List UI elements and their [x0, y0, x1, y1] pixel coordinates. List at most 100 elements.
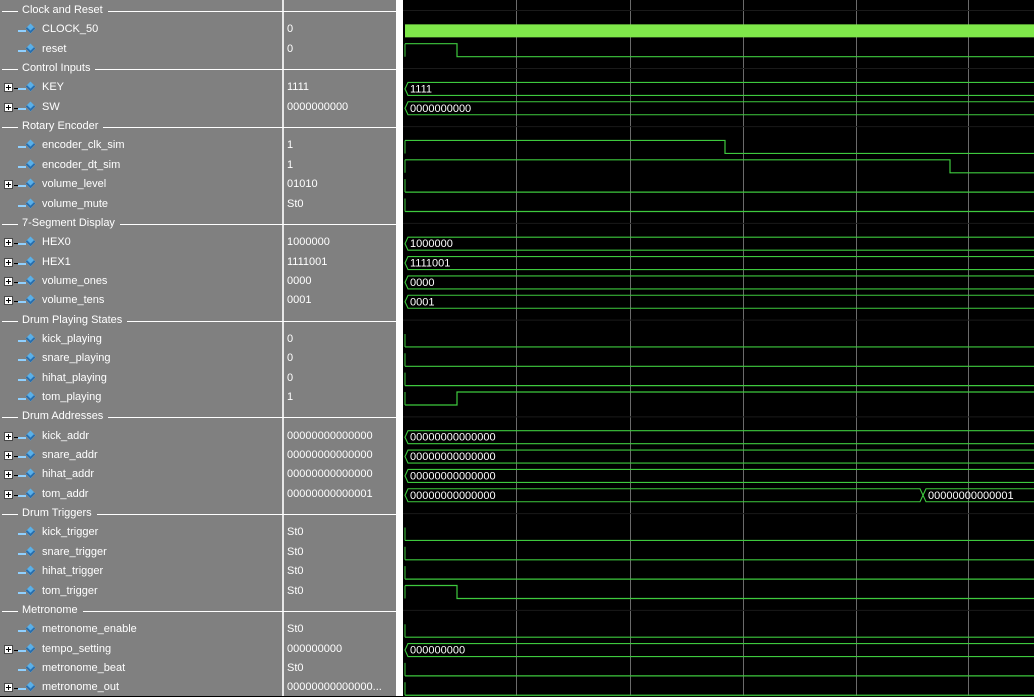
expand-toggle-icon[interactable] — [4, 257, 13, 267]
signal-row[interactable]: volume_ones 0000 — [0, 272, 396, 291]
group-header[interactable]: 7-Segment Display — [0, 214, 396, 233]
signal-value: 00000000000000 — [287, 468, 373, 481]
signal-row[interactable]: kick_playing 0 — [0, 330, 396, 349]
signal-row[interactable]: SW 0000000000 — [0, 98, 396, 117]
signal-row[interactable]: hihat_addr 00000000000000 — [0, 465, 396, 484]
signal-value: 0 — [287, 42, 294, 55]
expand-toggle-icon[interactable] — [4, 83, 13, 93]
signal-diamond-icon — [18, 198, 36, 209]
group-header[interactable]: Control Inputs — [0, 59, 396, 78]
signal-row[interactable]: CLOCK_50 0 — [0, 20, 396, 39]
bus-segment — [404, 643, 1034, 658]
signal-diamond-icon — [18, 159, 36, 170]
signal-name: SW — [42, 100, 60, 113]
signal-value: St0 — [287, 661, 304, 674]
signal-row[interactable]: metronome_enable St0 — [0, 620, 396, 639]
signal-value: St0 — [287, 545, 304, 558]
expand-toggle-icon[interactable] — [4, 644, 13, 654]
bus-segment — [404, 81, 1034, 96]
bit-wave — [405, 43, 1034, 58]
group-header[interactable]: Rotary Encoder — [0, 117, 396, 136]
bus-segment — [404, 101, 1034, 116]
signal-diamond-icon — [18, 623, 36, 634]
signal-diamond-icon — [18, 43, 36, 54]
signal-row[interactable]: hihat_playing 0 — [0, 369, 396, 388]
signal-name: volume_mute — [42, 197, 109, 210]
signal-row[interactable]: encoder_clk_sim 1 — [0, 136, 396, 155]
signal-diamond-icon — [18, 101, 36, 112]
signal-list-pane: Clock and Reset CLOCK_50 0 reset 0 Control In… — [0, 0, 396, 696]
expand-toggle-icon[interactable] — [4, 180, 13, 190]
group-header[interactable]: Clock and Reset — [0, 1, 396, 20]
signal-row[interactable]: snare_trigger St0 — [0, 543, 396, 562]
group-rule — [2, 69, 18, 71]
expand-toggle-icon[interactable] — [4, 276, 13, 286]
signal-name: CLOCK_50 — [42, 23, 99, 36]
expand-toggle-icon[interactable] — [4, 102, 13, 112]
group-header[interactable]: Metronome — [0, 601, 396, 620]
signal-name: KEY — [42, 81, 65, 94]
signal-row[interactable]: kick_trigger St0 — [0, 523, 396, 542]
signal-row[interactable]: volume_level 01010 — [0, 175, 396, 194]
signal-diamond-icon — [18, 275, 36, 286]
signal-row[interactable]: snare_addr 00000000000000 — [0, 446, 396, 465]
signal-value: 1111 — [287, 81, 310, 94]
signal-diamond-icon — [18, 294, 36, 305]
signal-diamond-icon — [18, 139, 36, 150]
signal-value: St0 — [287, 197, 304, 210]
signal-diamond-icon — [18, 585, 36, 596]
signal-row[interactable]: HEX0 1000000 — [0, 233, 396, 252]
group-rule — [282, 69, 396, 71]
expand-toggle-icon[interactable] — [4, 683, 13, 693]
signal-diamond-icon — [18, 565, 36, 576]
signal-row[interactable]: hihat_trigger St0 — [0, 562, 396, 581]
group-rule — [282, 320, 396, 322]
signal-name: volume_tens — [42, 294, 105, 307]
signal-row[interactable]: reset 0 — [0, 40, 396, 59]
signal-value: St0 — [287, 623, 304, 636]
signal-diamond-icon — [18, 391, 36, 402]
waveform-canvas: 1111 0000000000 1000000 1111001 0000 0001 0000… — [403, 10, 1034, 696]
expand-toggle-icon[interactable] — [4, 470, 13, 480]
signal-row[interactable]: tempo_setting 000000000 — [0, 640, 396, 659]
signal-row[interactable]: HEX1 1111001 — [0, 253, 396, 272]
signal-row[interactable]: metronome_out 00000000000000... — [0, 678, 396, 697]
group-rule — [282, 223, 396, 225]
expand-toggle-icon[interactable] — [4, 238, 13, 248]
expand-toggle-icon[interactable] — [4, 489, 13, 499]
signal-row[interactable]: kick_addr 00000000000000 — [0, 427, 396, 446]
waveform-pane[interactable]: 1111 0000000000 1000000 1111001 0000 0001 0000… — [403, 0, 1034, 696]
bus-value-label: 0000000000 — [410, 103, 471, 115]
signal-row[interactable]: volume_mute St0 — [0, 195, 396, 214]
group-header[interactable]: Drum Addresses — [0, 407, 396, 426]
pane-splitter[interactable] — [396, 0, 403, 696]
signal-diamond-icon — [18, 681, 36, 692]
group-rule — [96, 514, 282, 516]
signal-row[interactable]: tom_trigger St0 — [0, 582, 396, 601]
signal-value: 000000000 — [287, 642, 343, 655]
signal-row[interactable]: volume_tens 0001 — [0, 291, 396, 310]
group-rule — [119, 223, 282, 225]
signal-row[interactable]: snare_playing 0 — [0, 349, 396, 368]
bus-segment — [404, 449, 1034, 464]
signal-diamond-icon — [18, 178, 36, 189]
signal-row[interactable]: tom_addr 00000000000001 — [0, 485, 396, 504]
expand-toggle-icon[interactable] — [4, 451, 13, 461]
expand-toggle-icon[interactable] — [4, 431, 13, 441]
group-header[interactable]: Drum Triggers — [0, 504, 396, 523]
signal-value: 0000 — [287, 274, 312, 287]
signal-row[interactable]: tom_playing 1 — [0, 388, 396, 407]
group-header[interactable]: Drum Playing States — [0, 311, 396, 330]
signal-value: 0 — [287, 23, 294, 36]
signal-row[interactable]: encoder_dt_sim 1 — [0, 156, 396, 175]
bit-wave — [405, 159, 1034, 174]
expand-toggle-icon[interactable] — [4, 296, 13, 306]
signal-row[interactable]: metronome_beat St0 — [0, 659, 396, 678]
signal-diamond-icon — [18, 526, 36, 537]
signal-row[interactable]: KEY 1111 — [0, 78, 396, 97]
signal-diamond-icon — [18, 643, 36, 654]
signal-name: tom_addr — [42, 487, 89, 500]
signal-name: HEX0 — [42, 236, 71, 249]
bus-segment — [404, 468, 1034, 483]
signal-name: encoder_clk_sim — [42, 139, 125, 152]
